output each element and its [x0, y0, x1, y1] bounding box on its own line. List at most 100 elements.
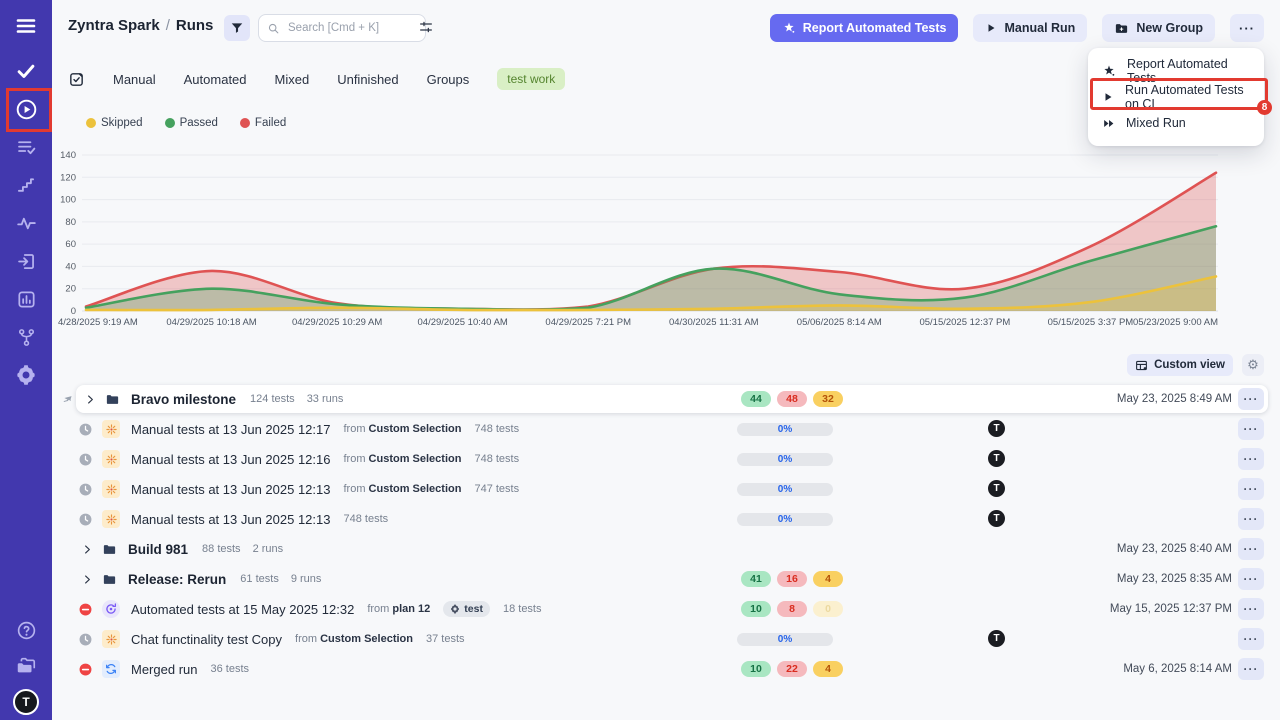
run-title[interactable]: Merged run	[131, 662, 197, 677]
run-row[interactable]: Automated tests at 15 May 2025 12:32from…	[60, 594, 1268, 624]
sidebar-item-settings[interactable]	[0, 356, 52, 394]
legend-label: Failed	[255, 117, 286, 129]
badge-yellow: 4	[813, 571, 843, 587]
sidebar-item-help[interactable]	[0, 612, 52, 648]
sidebar-logo[interactable]: T	[0, 684, 52, 720]
row-menu-button[interactable]: ···	[1238, 568, 1264, 590]
run-title[interactable]: Manual tests at 13 Jun 2025 12:13	[131, 482, 330, 497]
assignee-avatar[interactable]: T	[988, 510, 1005, 527]
svg-text:140: 140	[60, 150, 76, 161]
run-row[interactable]: Chat functinality test Copy from Custom S…	[60, 624, 1268, 654]
row-menu-button[interactable]: ···	[1238, 598, 1264, 620]
play-circle-icon	[15, 98, 38, 121]
row-menu-button[interactable]: ···	[1238, 448, 1264, 470]
badge-red: 48	[777, 391, 807, 407]
run-date: May 6, 2025 8:14 AM	[1123, 663, 1232, 675]
custom-view-button[interactable]: Custom view	[1127, 354, 1233, 376]
assignee-avatar[interactable]: T	[988, 450, 1005, 467]
chart-legend: SkippedPassedFailed	[86, 117, 286, 129]
badge-red: 16	[777, 571, 807, 587]
group-row[interactable]: Build 98188 tests2 runsMay 23, 2025 8:40…	[60, 534, 1268, 564]
merged-run-icon	[102, 660, 120, 678]
sidebar-item-branches[interactable]	[0, 318, 52, 356]
sidebar-item-play-circle[interactable]	[0, 90, 52, 128]
sidebar-item-projects[interactable]	[0, 648, 52, 684]
row-menu-button[interactable]: ···	[1238, 628, 1264, 650]
menu-item[interactable]: Mixed Run	[1088, 110, 1264, 136]
group-title[interactable]: Bravo milestone	[131, 392, 236, 407]
menu-item[interactable]: Run Automated Tests on CI	[1088, 84, 1264, 110]
hamburger-menu-button[interactable]	[0, 0, 52, 52]
legend-label: Passed	[180, 117, 218, 129]
run-title[interactable]: Manual tests at 13 Jun 2025 12:17	[131, 422, 330, 437]
tab-manual[interactable]: Manual	[113, 72, 156, 87]
run-row[interactable]: Manual tests at 13 Jun 2025 12:13748 tes…	[60, 504, 1268, 534]
run-row[interactable]: Manual tests at 13 Jun 2025 12:16from Cu…	[60, 444, 1268, 474]
run-row[interactable]: Merged run36 tests10224May 6, 2025 8:14 …	[60, 654, 1268, 684]
group-row[interactable]: Release: Rerun61 tests9 runs41164May 23,…	[60, 564, 1268, 594]
run-source: from Custom Selection	[295, 633, 413, 645]
more-actions-button[interactable]: ···	[1230, 14, 1264, 42]
group-title[interactable]: Build 981	[128, 542, 188, 557]
assignee-avatar[interactable]: T	[988, 630, 1005, 647]
search-box[interactable]	[258, 14, 426, 42]
run-source: from Custom Selection	[343, 423, 461, 435]
run-title[interactable]: Manual tests at 13 Jun 2025 12:13	[131, 512, 330, 527]
report-automated-tests-button[interactable]: Report Automated Tests	[770, 14, 959, 42]
filter-tag-badge[interactable]: test work	[497, 68, 565, 90]
run-title[interactable]: Chat functinality test Copy	[131, 632, 282, 647]
manual-run-icon	[102, 630, 120, 648]
badge-red: 22	[777, 661, 807, 677]
row-menu-button[interactable]: ···	[1238, 508, 1264, 530]
group-meta: 2 runs	[253, 543, 284, 555]
badge-green: 10	[741, 661, 771, 677]
expand-chevron-icon[interactable]	[85, 394, 96, 405]
row-menu-button[interactable]: ···	[1238, 538, 1264, 560]
filter-button[interactable]	[224, 15, 250, 41]
sidebar-item-analytics[interactable]	[0, 280, 52, 318]
group-row[interactable]: Bravo milestone124 tests33 runs444832May…	[60, 384, 1268, 414]
tab-groups[interactable]: Groups	[427, 72, 470, 87]
group-meta: 61 tests	[240, 573, 279, 585]
run-date: May 15, 2025 12:37 PM	[1110, 603, 1232, 615]
group-title[interactable]: Release: Rerun	[128, 572, 226, 587]
select-runs-icon[interactable]	[68, 71, 85, 88]
run-row[interactable]: Manual tests at 13 Jun 2025 12:17 from Cu…	[60, 414, 1268, 444]
new-group-button[interactable]: New Group	[1102, 14, 1215, 42]
run-row[interactable]: Manual tests at 13 Jun 2025 12:13from Cu…	[60, 474, 1268, 504]
svg-text:4/28/2025 9:19 AM: 4/28/2025 9:19 AM	[58, 317, 138, 328]
row-menu-button[interactable]: ···	[1238, 478, 1264, 500]
group-meta: 9 runs	[291, 573, 322, 585]
tab-mixed[interactable]: Mixed	[275, 72, 310, 87]
run-title[interactable]: Automated tests at 15 May 2025 12:32	[131, 602, 354, 617]
sidebar-item-check[interactable]	[0, 52, 52, 90]
tab-automated[interactable]: Automated	[184, 72, 247, 87]
manual-run-button[interactable]: Manual Run	[973, 14, 1087, 42]
view-settings-button[interactable]: ⚙	[1242, 354, 1264, 376]
run-tag-label: test	[464, 603, 483, 615]
row-menu-button[interactable]: ···	[1238, 658, 1264, 680]
menu-item-label: Run Automated Tests on CI	[1125, 83, 1250, 111]
sidebar-item-steps[interactable]	[0, 166, 52, 204]
search-settings-icon[interactable]	[418, 19, 434, 35]
sidebar-item-pulse[interactable]	[0, 204, 52, 242]
spark-icon	[1102, 64, 1116, 78]
assignee-avatar[interactable]: T	[988, 480, 1005, 497]
svg-text:04/29/2025 10:40 AM: 04/29/2025 10:40 AM	[418, 317, 508, 328]
run-title[interactable]: Manual tests at 13 Jun 2025 12:16	[131, 452, 330, 467]
list-check-icon	[16, 137, 37, 158]
search-input[interactable]	[286, 21, 400, 35]
row-menu-button[interactable]: ···	[1238, 418, 1264, 440]
expand-chevron-icon[interactable]	[82, 544, 93, 555]
expand-chevron-icon[interactable]	[82, 574, 93, 585]
sidebar-item-import[interactable]	[0, 242, 52, 280]
tab-unfinished[interactable]: Unfinished	[337, 72, 398, 87]
progress-value: 0%	[778, 424, 792, 435]
sidebar-item-list-check[interactable]	[0, 128, 52, 166]
assignee-avatar[interactable]: T	[988, 420, 1005, 437]
menu-item[interactable]: Report Automated Tests	[1088, 58, 1264, 84]
breadcrumb-project[interactable]: Zyntra Spark	[68, 17, 160, 34]
row-menu-button[interactable]: ···	[1238, 388, 1264, 410]
sidebar-bottom: T	[0, 612, 52, 720]
run-tag-badge[interactable]: test	[443, 601, 490, 617]
